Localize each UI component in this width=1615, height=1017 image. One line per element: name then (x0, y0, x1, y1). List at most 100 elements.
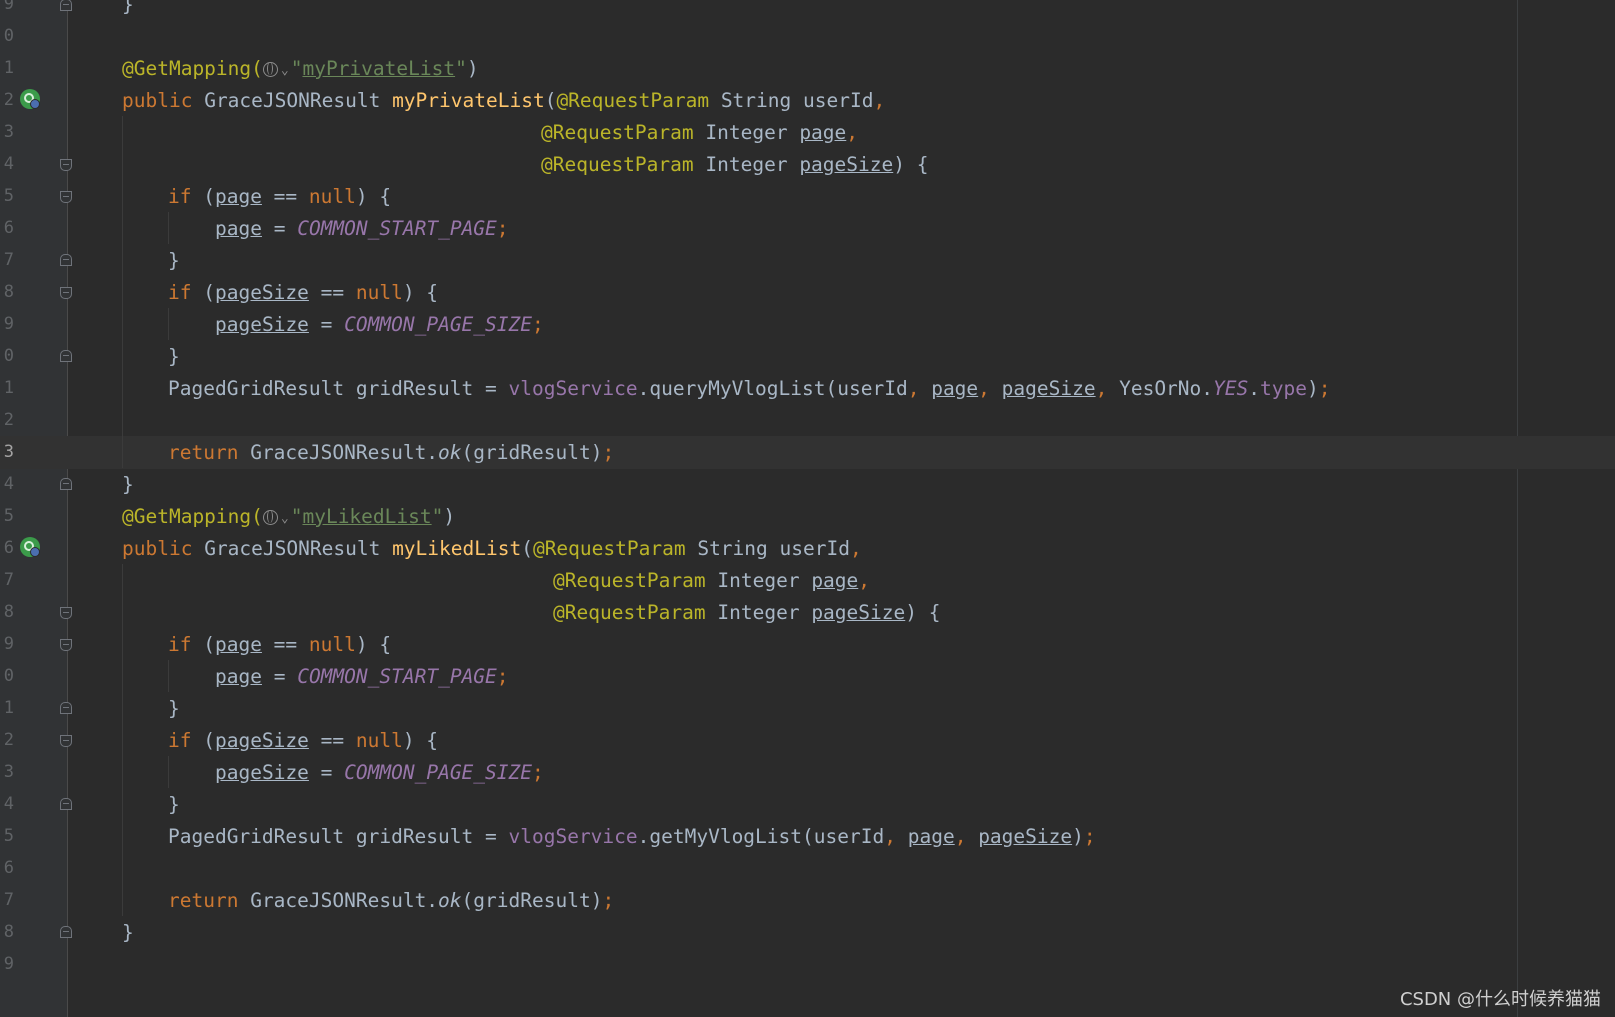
fold-collapse-icon[interactable] (60, 350, 72, 362)
variable-token: page (215, 665, 262, 688)
line-number[interactable]: 2 (0, 84, 14, 117)
line-number[interactable]: 7 (0, 564, 14, 597)
chevron-down-icon[interactable]: ⌄ (281, 502, 289, 535)
fold-collapse-icon[interactable] (60, 254, 72, 266)
fold-collapse-icon[interactable] (60, 478, 72, 490)
fold-expand-icon[interactable] (60, 607, 72, 619)
code-line[interactable]: 6 (0, 852, 1615, 885)
line-number[interactable]: 9 (0, 0, 14, 21)
mapping-path-link[interactable]: myLikedList (302, 505, 431, 528)
line-number[interactable]: 8 (0, 276, 14, 309)
watermark: CSDN @什么时候养猫猫 (1399, 989, 1601, 1010)
code-line-param: @RequestParam Integer pageSize) { (541, 153, 929, 176)
fold-expand-icon[interactable] (60, 735, 72, 747)
line-number[interactable]: 3 (0, 116, 14, 149)
variable-token: pageSize (1001, 377, 1096, 400)
keyword-token: if (168, 281, 192, 304)
fold-collapse-icon[interactable] (60, 0, 72, 11)
fold-expand-icon[interactable] (60, 639, 72, 651)
indent-guide (122, 116, 123, 468)
code-line-service-call: PagedGridResult gridResult = vlogService… (168, 825, 1096, 848)
code-editor[interactable]: 9012345678901234567890123456789 } @GetMa… (0, 0, 1615, 1017)
method-name-token: myPrivateList (392, 89, 545, 112)
line-number[interactable]: 3 (0, 756, 14, 789)
annotation-token: @RequestParam (553, 569, 706, 592)
line-number[interactable]: 4 (0, 788, 14, 821)
method-call-token: ok (438, 441, 462, 464)
line-number[interactable]: 0 (0, 20, 14, 53)
globe-icon[interactable] (262, 510, 278, 525)
type-token: Integer (717, 569, 800, 592)
line-number[interactable]: 6 (0, 532, 14, 565)
indent-guide (168, 308, 169, 340)
line-number[interactable]: 9 (0, 948, 14, 981)
fold-collapse-icon[interactable] (60, 702, 72, 714)
code-line-closing-brace: } (168, 345, 180, 368)
line-number[interactable]: 2 (0, 724, 14, 757)
code-line[interactable]: 4 (0, 788, 1615, 821)
line-number[interactable]: 8 (0, 916, 14, 949)
line-number[interactable]: 4 (0, 148, 14, 181)
param-token: pageSize (811, 601, 906, 624)
line-number[interactable]: 0 (0, 660, 14, 693)
line-number[interactable]: 1 (0, 372, 14, 405)
line-number[interactable]: 5 (0, 500, 14, 533)
code-line-method-signature: public GraceJSONResult myPrivateList(@Re… (122, 89, 886, 112)
code-line-method-signature: public GraceJSONResult myLikedList(@Requ… (122, 537, 862, 560)
annotation-token: @RequestParam (553, 601, 706, 624)
code-line[interactable]: 8 (0, 916, 1615, 949)
fold-expand-icon[interactable] (60, 159, 72, 171)
code-line-if: if (page == null) { (168, 185, 392, 208)
code-line[interactable]: 9 (0, 948, 1615, 981)
code-line-assign: page = COMMON_START_PAGE; (215, 217, 509, 240)
fold-collapse-icon[interactable] (60, 926, 72, 938)
annotation-token: @RequestParam (556, 89, 710, 112)
line-number[interactable]: 8 (0, 596, 14, 629)
line-number[interactable]: 0 (0, 340, 14, 373)
constant-token: COMMON_START_PAGE (297, 665, 497, 688)
constant-token: COMMON_PAGE_SIZE (344, 313, 532, 336)
code-line[interactable]: 7 (0, 244, 1615, 277)
spring-endpoint-icon[interactable] (20, 537, 40, 557)
line-number[interactable]: 5 (0, 180, 14, 213)
fold-collapse-icon[interactable] (60, 798, 72, 810)
line-number[interactable]: 4 (0, 468, 14, 501)
variable-token: userId (837, 377, 908, 400)
code-line[interactable]: 0 (0, 340, 1615, 373)
variable-token: gridResult (473, 889, 591, 912)
line-number[interactable]: 7 (0, 244, 14, 277)
code-line-if: if (page == null) { (168, 633, 392, 656)
mapping-path-link[interactable]: myPrivateList (302, 57, 455, 80)
line-number[interactable]: 6 (0, 212, 14, 245)
line-number[interactable]: 2 (0, 404, 14, 437)
variable-token: userId (813, 825, 885, 848)
code-line[interactable]: 1 (0, 692, 1615, 725)
method-call-token: queryMyVlogList (649, 377, 826, 400)
code-line-param: @RequestParam Integer pageSize) { (553, 601, 941, 624)
code-line[interactable]: 9 (0, 0, 1615, 21)
globe-icon[interactable] (262, 62, 278, 77)
keyword-token: return (168, 441, 239, 464)
line-number[interactable]: 1 (0, 692, 14, 725)
line-number[interactable]: 3 (0, 436, 14, 469)
code-line-assign: page = COMMON_START_PAGE; (215, 665, 509, 688)
line-number[interactable]: 5 (0, 820, 14, 853)
constant-token: COMMON_START_PAGE (297, 217, 497, 240)
line-number[interactable]: 1 (0, 52, 14, 85)
code-line[interactable]: 0 (0, 20, 1615, 53)
chevron-down-icon[interactable]: ⌄ (281, 54, 289, 87)
line-number[interactable]: 9 (0, 628, 14, 661)
code-line[interactable]: 2 (0, 404, 1615, 437)
keyword-token: public (122, 537, 193, 560)
spring-endpoint-icon[interactable] (20, 89, 40, 109)
keyword-token: if (168, 729, 192, 752)
line-number[interactable]: 6 (0, 852, 14, 885)
fold-expand-icon[interactable] (60, 287, 72, 299)
variable-token: page (907, 825, 955, 848)
keyword-token: null (308, 185, 356, 208)
fold-expand-icon[interactable] (60, 191, 72, 203)
line-number[interactable]: 9 (0, 308, 14, 341)
line-number[interactable]: 7 (0, 884, 14, 917)
annotation-token: @RequestParam (532, 537, 686, 560)
code-line[interactable]: 4 (0, 468, 1615, 501)
